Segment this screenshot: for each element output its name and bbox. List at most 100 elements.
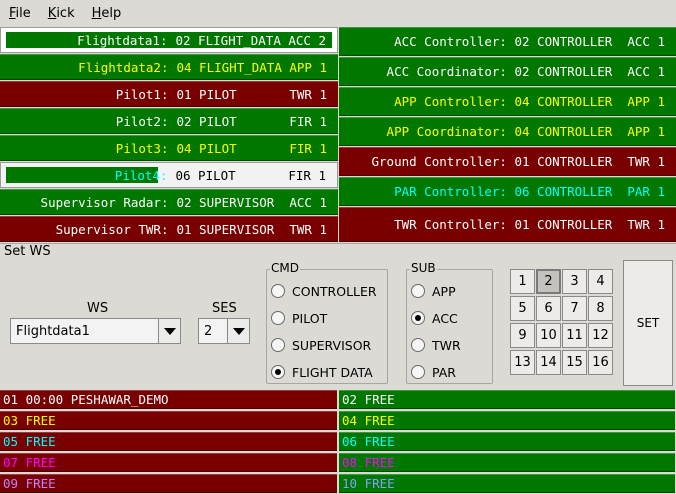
session-slot[interactable]: 10 FREE [339, 474, 675, 493]
radio-icon[interactable] [411, 338, 425, 352]
ses-grid-button-2[interactable]: 2 [536, 269, 561, 294]
workstation-value: 02 FLIGHT_DATA ACC 2 [175, 32, 326, 48]
controller-row-text: ACC Coordinator: 02 CONTROLLER ACC 1 [386, 64, 665, 79]
radio-icon[interactable] [271, 338, 285, 352]
controller-row[interactable]: APP Coordinator: 04 CONTROLLER APP 1 [339, 117, 676, 146]
session-slot[interactable]: 02 FREE [339, 390, 675, 409]
workstation-row[interactable]: Flightdata2: 04 FLIGHT_DATA APP 1 [0, 54, 338, 80]
workstation-value: 02 SUPERVISOR ACC 1 [176, 194, 327, 210]
ses-grid-button-9[interactable]: 9 [510, 323, 535, 348]
sub-option-par[interactable]: PAR [411, 362, 456, 382]
menu-file[interactable]: File [0, 6, 39, 21]
workstation-row[interactable]: Supervisor Radar: 02 SUPERVISOR ACC 1 [0, 189, 338, 215]
controller-row-text: ACC Controller: 02 CONTROLLER ACC 1 [394, 34, 665, 49]
workstation-name: Pilot3: [115, 140, 169, 156]
workstation-name: Flightdata1: [77, 32, 168, 48]
ses-grid-button-7[interactable]: 7 [562, 296, 587, 321]
radio-icon[interactable] [271, 365, 285, 379]
controller-row-text: TWR Controller: 01 CONTROLLER TWR 1 [394, 217, 665, 232]
ws-select-value: Flightdata1 [16, 323, 90, 339]
session-slot[interactable]: 04 FREE [339, 411, 675, 430]
menu-help[interactable]: Help [83, 6, 130, 21]
radio-icon[interactable] [271, 311, 285, 325]
ses-grid-button-3[interactable]: 3 [562, 269, 587, 294]
workstation-value: 02 PILOT FIR 1 [176, 113, 327, 129]
workstation-value: 01 PILOT TWR 1 [176, 86, 327, 102]
menu-bar: File Kick Help [0, 0, 676, 26]
controller-row[interactable]: ACC Coordinator: 02 CONTROLLER ACC 1 [339, 57, 676, 86]
ws-select[interactable]: Flightdata1 [10, 318, 181, 344]
ses-grid-button-14[interactable]: 14 [536, 350, 561, 375]
session-slot[interactable]: 05 FREE [0, 432, 337, 451]
controller-row[interactable]: ACC Controller: 02 CONTROLLER ACC 1 [339, 27, 676, 56]
ses-grid-button-15[interactable]: 15 [562, 350, 587, 375]
workstation-name: Pilot2: [115, 113, 169, 129]
cmd-option-pilot[interactable]: PILOT [271, 308, 327, 328]
sub-group-title: SUB [410, 261, 437, 275]
workstation-row[interactable]: Pilot4: 06 PILOT FIR 1 [0, 162, 338, 188]
sub-option-twr[interactable]: TWR [411, 335, 461, 355]
ses-grid-button-1[interactable]: 1 [510, 269, 535, 294]
ses-grid-button-5[interactable]: 5 [510, 296, 535, 321]
controller-row[interactable]: Ground Controller: 01 CONTROLLER TWR 1 [339, 147, 676, 176]
session-slot[interactable]: 07 FREE [0, 453, 337, 472]
cmd-option-supervisor[interactable]: SUPERVISOR [271, 335, 371, 355]
sub-option-acc[interactable]: ACC [411, 308, 458, 328]
session-slot[interactable]: 06 FREE [339, 432, 675, 451]
workstation-name: Supervisor Radar: [40, 194, 169, 210]
ses-grid-button-16[interactable]: 16 [588, 350, 613, 375]
controller-row-text: PAR Controller: 06 CONTROLLER PAR 1 [394, 184, 665, 199]
radio-label: CONTROLLER [292, 283, 377, 299]
radio-icon[interactable] [271, 284, 285, 298]
radio-label: FLIGHT DATA [292, 364, 373, 380]
workstation-row[interactable]: Pilot3: 04 PILOT FIR 1 [0, 135, 338, 161]
cmd-option-controller[interactable]: CONTROLLER [271, 281, 377, 301]
chevron-down-icon[interactable] [227, 319, 249, 343]
workstation-name: Pilot4: [114, 167, 168, 183]
workstation-row[interactable]: Pilot2: 02 PILOT FIR 1 [0, 108, 338, 134]
session-slot[interactable]: 09 FREE [0, 474, 337, 493]
session-slot[interactable]: 08 FREE [339, 453, 675, 472]
ses-grid-button-11[interactable]: 11 [562, 323, 587, 348]
radio-icon[interactable] [411, 284, 425, 298]
menu-kick[interactable]: Kick [39, 6, 83, 21]
workstation-row[interactable]: Flightdata1: 02 FLIGHT_DATA ACC 2 [0, 27, 338, 53]
session-slot[interactable]: 01 00:00 PESHAWAR_DEMO [0, 390, 337, 409]
workstation-value: 01 SUPERVISOR TWR 1 [176, 221, 327, 237]
radio-label: TWR [432, 337, 461, 353]
workstation-name: Pilot1: [115, 86, 169, 102]
ses-grid-button-6[interactable]: 6 [536, 296, 561, 321]
workstation-row[interactable]: Pilot1: 01 PILOT TWR 1 [0, 81, 338, 107]
ses-select[interactable]: 2 [198, 318, 250, 344]
controller-row-text: APP Controller: 04 CONTROLLER APP 1 [394, 94, 665, 109]
radio-icon[interactable] [411, 311, 425, 325]
controller-row[interactable]: TWR Controller: 01 CONTROLLER TWR 1 [339, 207, 676, 242]
ses-grid-button-12[interactable]: 12 [588, 323, 613, 348]
ses-label: SES [212, 301, 237, 316]
radio-icon[interactable] [411, 365, 425, 379]
workstation-name: Supervisor TWR: [55, 221, 169, 237]
radio-label: APP [432, 283, 456, 299]
ses-grid-button-8[interactable]: 8 [588, 296, 613, 321]
controller-row-text: APP Coordinator: 04 CONTROLLER APP 1 [386, 124, 665, 139]
set-button[interactable]: SET [623, 260, 673, 386]
cmd-group: CMD CONTROLLER PILOT SUPERVISOR FLIGHT DATA [266, 261, 388, 384]
sub-option-app[interactable]: APP [411, 281, 456, 301]
ses-grid-button-4[interactable]: 4 [588, 269, 613, 294]
radio-label: PAR [432, 364, 456, 380]
radio-label: ACC [432, 310, 458, 326]
workstation-value: 04 FLIGHT_DATA APP 1 [176, 59, 327, 75]
cmd-option-flight-data[interactable]: FLIGHT DATA [271, 362, 373, 382]
controller-row[interactable]: PAR Controller: 06 CONTROLLER PAR 1 [339, 177, 676, 206]
sub-group: SUB APP ACC TWR PAR [406, 261, 493, 384]
radio-label: SUPERVISOR [292, 337, 372, 353]
workstation-value: 06 PILOT FIR 1 [175, 167, 326, 183]
controller-row[interactable]: APP Controller: 04 CONTROLLER APP 1 [339, 87, 676, 116]
session-slot[interactable]: 03 FREE [0, 411, 337, 430]
ses-grid-button-10[interactable]: 10 [536, 323, 561, 348]
ses-grid-button-13[interactable]: 13 [510, 350, 535, 375]
chevron-down-icon[interactable] [158, 319, 180, 343]
ws-label: WS [87, 301, 109, 316]
workstation-row[interactable]: Supervisor TWR: 01 SUPERVISOR TWR 1 [0, 216, 338, 242]
radio-label: PILOT [292, 310, 328, 326]
